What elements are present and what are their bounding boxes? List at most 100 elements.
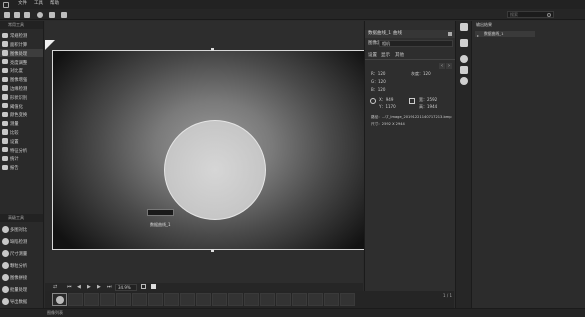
sidebar-item-10[interactable]: 测量	[0, 119, 43, 128]
sidebar-adv-item-2[interactable]: 尺寸测量	[0, 248, 43, 259]
crop-corner-handle[interactable]	[45, 40, 55, 50]
next-icon[interactable]: ▶	[97, 284, 101, 290]
thumbnail-slot[interactable]	[260, 293, 275, 306]
tab-display[interactable]: 显示	[381, 53, 390, 59]
tab-settings[interactable]: 设置	[368, 53, 377, 59]
sidebar-adv-item-5[interactable]: 批量处理	[0, 284, 43, 295]
last-icon[interactable]: ⏭	[107, 284, 112, 290]
thumbnail-slot[interactable]	[116, 293, 131, 306]
thumbnail-slot[interactable]	[180, 293, 195, 306]
thumbnail-slot[interactable]	[308, 293, 323, 306]
thumbnail-slot[interactable]	[228, 293, 243, 306]
sidebar-adv-item-3[interactable]: 颗粒分析	[0, 260, 43, 271]
properties-panel: 数据曲线_1 曲线 图像源 相机 设置 显示 其他 ‹ › R：120 灰度：1…	[364, 21, 455, 317]
thumbnail-slot[interactable]	[84, 293, 99, 306]
sidebar-item-14[interactable]: 统计	[0, 154, 43, 163]
tab-other[interactable]: 其他	[395, 53, 404, 59]
handle-bottom[interactable]	[211, 249, 214, 252]
pixel-r: R：120	[371, 71, 386, 76]
sidebar-item-label: 导出数据	[10, 300, 28, 306]
fullscreen-icon[interactable]	[151, 284, 156, 289]
roi-label[interactable]: 数据曲线_1	[147, 209, 174, 227]
thumbnail-slot[interactable]	[276, 293, 291, 306]
search-input[interactable]: 搜索	[507, 11, 554, 18]
sidebar-item-label: 阈值化	[10, 104, 23, 110]
thumbnail-slot[interactable]	[148, 293, 163, 306]
sidebar-item-8[interactable]: 阈值化	[0, 101, 43, 110]
result-item[interactable]: ▸ 数据曲线_1	[475, 31, 535, 38]
thumbnail-disc	[56, 296, 64, 304]
prev-icon[interactable]: ◀	[77, 284, 81, 290]
sidebar-item-label: 多图对比	[10, 228, 28, 234]
thumbnail-slot[interactable]	[196, 293, 211, 306]
thumbnail-active[interactable]	[52, 293, 67, 306]
props-tabs: 设置 显示 其他	[365, 52, 455, 60]
search-placeholder: 搜索	[510, 12, 518, 17]
menu-file[interactable]: 文件	[18, 1, 27, 7]
sidebar-item-9[interactable]: 颜色变换	[0, 110, 43, 119]
info-icon[interactable]	[460, 55, 468, 63]
handle-top[interactable]	[211, 48, 214, 51]
export-icon[interactable]	[61, 11, 67, 18]
threshold-icon	[2, 102, 8, 109]
props-tab-tool[interactable]: 曲线	[393, 31, 402, 37]
first-icon[interactable]: ⏮	[67, 284, 72, 290]
sidebar-item-5[interactable]: 图像增强	[0, 75, 43, 84]
sidebar-item-4[interactable]: 对比度	[0, 66, 43, 75]
source-select[interactable]: 相机	[379, 40, 453, 47]
sidebar-item-11[interactable]: 比较	[0, 128, 43, 137]
nav-next-icon[interactable]: ›	[446, 63, 452, 69]
sidebar-item-label: 亮度调整	[10, 60, 28, 66]
expand-icon[interactable]: ▸	[477, 33, 479, 38]
loop-icon[interactable]: ⇄	[53, 284, 57, 290]
sidebar-item-6[interactable]: 边缘检测	[0, 84, 43, 93]
sidebar-adv-item-6[interactable]: 导出数据	[0, 296, 43, 307]
thumbnail-slot[interactable]	[132, 293, 147, 306]
gauge-icon[interactable]	[460, 77, 468, 85]
zoom-select[interactable]: 34.9%	[115, 283, 137, 291]
sidebar-item-0[interactable]: 常规检测	[0, 31, 43, 40]
props-tab-main[interactable]: 数据曲线_1	[368, 31, 391, 37]
open-image-icon[interactable]	[14, 11, 20, 18]
thumbnail-slot[interactable]	[244, 293, 259, 306]
sidebar-item-label: 比较	[10, 130, 19, 136]
list-icon[interactable]	[460, 39, 468, 47]
sidebar-item-label: 对比度	[10, 69, 23, 75]
thumbnail-slot[interactable]	[212, 293, 227, 306]
thumbnail-slot[interactable]	[164, 293, 179, 306]
menu-help[interactable]: 帮助	[50, 1, 59, 7]
camera-icon[interactable]	[24, 11, 30, 18]
sidebar-item-7[interactable]: 形状识别	[0, 93, 43, 102]
export-icon	[2, 298, 9, 305]
open-folder-icon[interactable]	[4, 11, 10, 18]
particle-icon	[2, 262, 9, 269]
sidebar-adv-item-1[interactable]: 缺陷检测	[0, 236, 43, 247]
sidebar-item-13[interactable]: 特征分析	[0, 145, 43, 154]
sidebar-item-3[interactable]: 亮度调整	[0, 57, 43, 66]
thumbnail-slot[interactable]	[324, 293, 339, 306]
thumbnail-slot[interactable]	[100, 293, 115, 306]
save-icon[interactable]	[49, 11, 55, 18]
thumbnail-slot[interactable]	[340, 293, 355, 306]
play-icon[interactable]: ▶	[87, 284, 91, 290]
stats-icon	[2, 155, 8, 162]
thumbnail-slot[interactable]	[68, 293, 83, 306]
sidebar-item-label: 形状识别	[10, 95, 28, 101]
menu-tools[interactable]: 工具	[34, 1, 43, 7]
fit-icon[interactable]	[141, 284, 146, 289]
histogram-icon[interactable]	[460, 66, 468, 74]
stitch-icon	[2, 274, 9, 281]
props-header: 数据曲线_1 曲线	[365, 30, 455, 38]
sidebar-item-12[interactable]: 设置	[0, 137, 43, 146]
sidebar-item-1[interactable]: 面积计算	[0, 40, 43, 49]
nav-prev-icon[interactable]: ‹	[439, 63, 445, 69]
sidebar-item-2[interactable]: 图像处理	[0, 48, 43, 58]
thumbnail-slot[interactable]	[292, 293, 307, 306]
sidebar-item-15[interactable]: 报告	[0, 163, 43, 172]
settings-gear-icon[interactable]	[37, 11, 43, 18]
sidebar-adv-item-0[interactable]: 多图对比	[0, 224, 43, 235]
wrench-icon[interactable]	[460, 23, 468, 31]
crosshair-icon	[370, 98, 376, 104]
sidebar-adv-item-4[interactable]: 图像拼接	[0, 272, 43, 283]
props-menu-icon[interactable]	[448, 32, 452, 36]
